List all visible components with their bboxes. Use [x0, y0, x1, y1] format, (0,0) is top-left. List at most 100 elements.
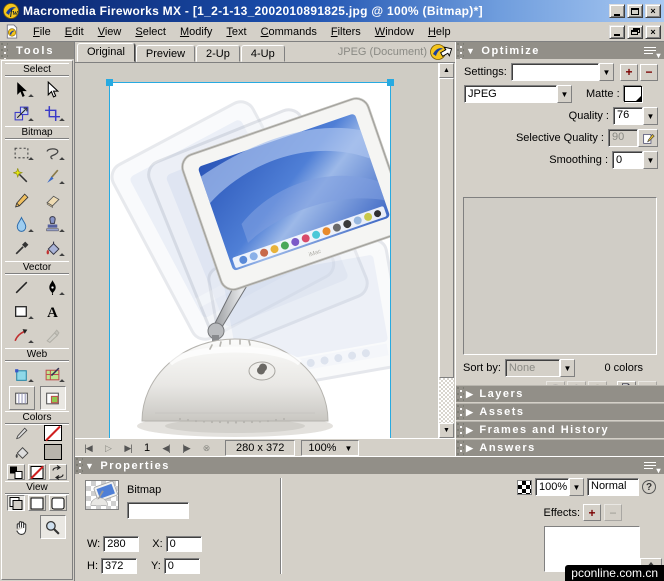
- scroll-down-button[interactable]: ▼: [439, 423, 454, 438]
- menu-help[interactable]: Help: [421, 24, 458, 40]
- canvas-area[interactable]: iMac: [75, 62, 455, 457]
- smoothing-dropdown-arrow-icon[interactable]: ▼: [643, 151, 658, 169]
- properties-panel-header[interactable]: ▼ Properties: [75, 457, 664, 474]
- default-colors-button[interactable]: [7, 464, 25, 480]
- height-value[interactable]: 372: [101, 558, 137, 574]
- selective-quality-edit-button[interactable]: [638, 129, 658, 147]
- text-tool-icon[interactable]: A: [40, 299, 66, 323]
- tab-original[interactable]: Original: [77, 43, 135, 62]
- menu-file[interactable]: File: [26, 24, 58, 40]
- menu-modify[interactable]: Modify: [173, 24, 219, 40]
- format-combobox[interactable]: JPEG: [464, 85, 557, 103]
- blend-mode-combobox[interactable]: Normal: [587, 478, 639, 496]
- close-button[interactable]: ×: [645, 4, 661, 18]
- add-effect-button[interactable]: +: [583, 504, 601, 521]
- rectangle-tool-icon[interactable]: [9, 299, 35, 323]
- line-tool-icon[interactable]: [9, 275, 35, 299]
- freeform-tool-icon[interactable]: [9, 323, 35, 347]
- quality-slider-arrow-icon[interactable]: ▼: [643, 107, 658, 125]
- scroll-track[interactable]: [439, 378, 454, 423]
- answers-panel-header[interactable]: ▶ Answers: [456, 439, 664, 456]
- canvas[interactable]: iMac: [110, 83, 390, 457]
- assets-panel-header[interactable]: ▶ Assets: [456, 403, 664, 420]
- fill-color-swatch[interactable]: [44, 444, 62, 460]
- tools-gripper[interactable]: [0, 42, 8, 59]
- pencil-tool-icon[interactable]: [9, 188, 35, 212]
- help-icon[interactable]: ?: [642, 480, 656, 494]
- pen-tool-icon[interactable]: [40, 275, 66, 299]
- properties-gripper[interactable]: [75, 457, 83, 474]
- quality-input[interactable]: 76: [613, 107, 643, 125]
- assets-expand-arrow-icon[interactable]: ▶: [466, 407, 474, 418]
- matte-color-swatch[interactable]: [624, 86, 642, 102]
- selection-handle-topright[interactable]: [387, 79, 394, 86]
- sort-by-dropdown-arrow-icon[interactable]: ▼: [560, 359, 575, 377]
- hotspot-tool-icon[interactable]: [9, 362, 35, 386]
- doc-minimize-button[interactable]: [609, 25, 625, 39]
- menu-filters[interactable]: Filters: [324, 24, 368, 40]
- crop-tool-icon[interactable]: [40, 101, 66, 125]
- layers-expand-arrow-icon[interactable]: ▶: [466, 389, 474, 400]
- properties-options-menu-icon[interactable]: [644, 461, 658, 470]
- menu-window[interactable]: Window: [368, 24, 421, 40]
- answers-gripper[interactable]: [456, 440, 464, 456]
- eyedropper-tool-icon[interactable]: [9, 236, 35, 260]
- vertical-scrollbar[interactable]: ▲ ▼: [438, 63, 454, 438]
- answers-expand-arrow-icon[interactable]: ▶: [466, 443, 474, 454]
- subselection-tool-icon[interactable]: [40, 77, 66, 101]
- optimize-panel-header[interactable]: ▼ Optimize: [456, 42, 664, 59]
- zoom-level-dropdown[interactable]: 100% ▼: [301, 440, 359, 456]
- show-hotspots-button[interactable]: [40, 386, 66, 410]
- selection-handle-topleft[interactable]: [106, 79, 113, 86]
- opacity-combobox[interactable]: 100%: [535, 478, 569, 496]
- layers-gripper[interactable]: [456, 386, 464, 402]
- scroll-thumb[interactable]: [439, 78, 454, 378]
- rubber-stamp-tool-icon[interactable]: [40, 212, 66, 236]
- hide-hotspots-button[interactable]: [9, 386, 35, 410]
- maximize-button[interactable]: [627, 4, 643, 18]
- brush-tool-icon[interactable]: [40, 164, 66, 188]
- properties-collapse-arrow-icon[interactable]: ▼: [85, 461, 95, 471]
- stroke-color-swatch[interactable]: [44, 425, 62, 441]
- zoom-tool-icon[interactable]: [40, 515, 66, 539]
- full-screen-menus-button[interactable]: [28, 495, 46, 511]
- opacity-dropdown-arrow-icon[interactable]: ▼: [569, 478, 584, 496]
- tab-preview[interactable]: Preview: [136, 45, 195, 62]
- y-value[interactable]: 0: [164, 558, 200, 574]
- stop-button[interactable]: ⊗: [197, 443, 215, 454]
- magic-wand-tool-icon[interactable]: [9, 164, 35, 188]
- remove-setting-button[interactable]: −: [640, 64, 658, 81]
- collapse-arrow-icon[interactable]: ▼: [466, 46, 476, 56]
- blur-tool-icon[interactable]: [9, 212, 35, 236]
- layers-panel-header[interactable]: ▶ Layers: [456, 385, 664, 402]
- tab-2up[interactable]: 2-Up: [196, 45, 240, 62]
- settings-dropdown-arrow-icon[interactable]: ▼: [599, 63, 614, 81]
- menu-text[interactable]: Text: [219, 24, 253, 40]
- frames-history-panel-header[interactable]: ▶ Frames and History: [456, 421, 664, 438]
- menu-view[interactable]: View: [91, 24, 129, 40]
- hand-tool-icon[interactable]: [9, 515, 35, 539]
- first-frame-button[interactable]: |◀: [79, 443, 97, 454]
- swap-colors-button[interactable]: [49, 464, 67, 480]
- paint-bucket-tool-icon[interactable]: [40, 236, 66, 260]
- selective-quality-input[interactable]: 90: [608, 129, 638, 147]
- assets-gripper[interactable]: [456, 404, 464, 420]
- play-button[interactable]: ▷: [99, 443, 117, 454]
- frames-history-expand-arrow-icon[interactable]: ▶: [466, 425, 474, 436]
- format-dropdown-arrow-icon[interactable]: ▼: [557, 85, 572, 103]
- minimize-button[interactable]: [609, 4, 625, 18]
- frames-history-gripper[interactable]: [456, 422, 464, 438]
- tab-4up[interactable]: 4-Up: [241, 45, 285, 62]
- no-color-button[interactable]: [28, 464, 46, 480]
- lasso-tool-icon[interactable]: [40, 140, 66, 164]
- marquee-tool-icon[interactable]: [9, 140, 35, 164]
- object-name-input[interactable]: [127, 502, 189, 519]
- smoothing-combobox[interactable]: 0: [612, 151, 643, 169]
- previous-frame-button[interactable]: ◀|: [157, 443, 175, 454]
- panel-options-menu-icon[interactable]: [644, 46, 658, 55]
- last-frame-button[interactable]: ▶|: [119, 443, 137, 454]
- doc-restore-button[interactable]: [627, 25, 643, 39]
- scroll-up-button[interactable]: ▲: [439, 63, 454, 78]
- next-frame-button[interactable]: |▶: [177, 443, 195, 454]
- standard-screen-button[interactable]: [7, 495, 25, 511]
